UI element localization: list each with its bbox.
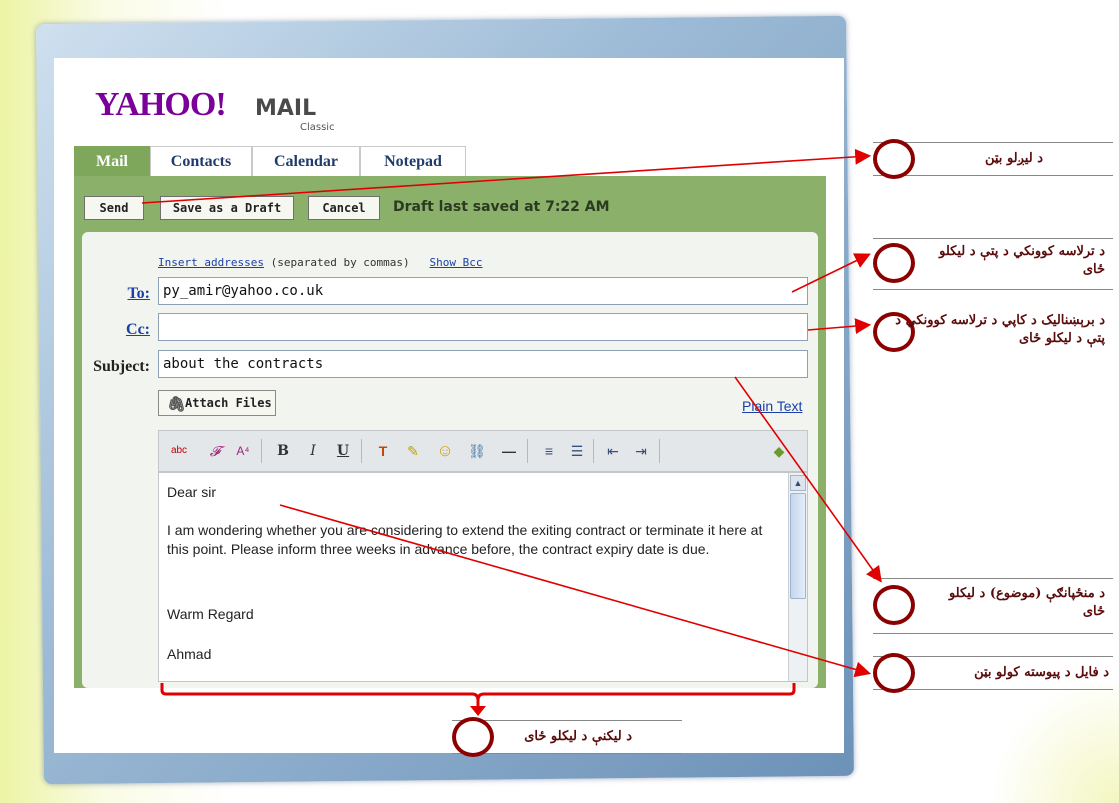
outdent-icon[interactable]: ⇤ [601, 439, 625, 463]
callout-send: د لیږلو بټن [873, 139, 1113, 179]
insert-addresses-line: Insert addresses (separated by commas) S… [158, 256, 483, 269]
body-closing: Warm Regard [167, 606, 254, 622]
indent-icon[interactable]: ⇥ [629, 439, 653, 463]
callout-send-text: د لیږلو بټن [984, 151, 1043, 166]
tab-mail[interactable]: Mail [74, 146, 150, 177]
subject-field[interactable]: about the contracts [158, 350, 808, 378]
callout-ring [452, 717, 494, 757]
show-bcc-link[interactable]: Show Bcc [430, 256, 483, 269]
attach-files-button[interactable]: 🖇 Attach Files [158, 390, 276, 416]
editor-scrollbar[interactable]: ▲ [788, 473, 807, 681]
plain-text-link[interactable]: Plain Text [742, 398, 802, 414]
stationery-icon[interactable]: ◆ [767, 439, 791, 463]
callout-body-text: د لیکنې د لیکلو ځای [524, 729, 632, 744]
font-size-icon[interactable]: A⁴ [231, 439, 255, 463]
toolbar-separator [659, 439, 660, 463]
send-button[interactable]: Send [84, 196, 144, 220]
cc-label[interactable]: Cc: [80, 321, 150, 339]
horizontal-rule-icon[interactable]: — [497, 439, 521, 463]
italic-icon[interactable]: I [301, 439, 325, 463]
callout-attach: د فایل د پیوسته کولو بټن [873, 653, 1113, 693]
toolbar-separator [593, 439, 594, 463]
body-paragraph: I am wondering whether you are consideri… [167, 522, 763, 557]
background-glow-corner [979, 683, 1119, 803]
toolbar-separator [527, 439, 528, 463]
save-draft-button[interactable]: Save as a Draft [160, 196, 294, 220]
scroll-up-icon[interactable]: ▲ [790, 475, 806, 491]
toolbar-separator [261, 439, 262, 463]
draft-status: Draft last saved at 7:22 AM [393, 199, 610, 215]
tab-notepad[interactable]: Notepad [360, 146, 466, 177]
callout-subject-text: د منځپانګې (موضوع) د لیکلو ځای [948, 586, 1105, 619]
to-label[interactable]: To: [80, 285, 150, 303]
yahoo-mail-logo: YAHOO! MAIL Classic [95, 86, 335, 133]
toolbar-separator [361, 439, 362, 463]
subject-label: Subject: [93, 358, 150, 375]
to-field[interactable]: py_amir@yahoo.co.uk [158, 277, 808, 305]
insert-addresses-link[interactable]: Insert addresses [158, 256, 264, 269]
callout-to: د ترلاسه کوونکي د پتې د لیکلو ځای [873, 238, 1113, 290]
logo-yahoo-text: YAHOO! [95, 86, 227, 123]
cc-field[interactable] [158, 313, 808, 341]
editor-toolbar: abc 𝓕 A⁴ B I U T ✎ ☺ ⛓ — ≡ ☰ ⇤ ⇥ ◆ [158, 430, 808, 472]
callout-attach-text: د فایل د پیوسته کولو بټن [974, 665, 1109, 680]
highlight-icon[interactable]: ✎ [401, 439, 425, 463]
spellcheck-icon[interactable]: abc [167, 439, 191, 463]
body-greeting: Dear sir [167, 484, 217, 500]
tab-calendar[interactable]: Calendar [252, 146, 360, 177]
callout-cc: د برېښنالیک د کاپي د ترلاسه کوونکي د پتې… [873, 308, 1113, 370]
callout-ring [873, 653, 915, 693]
bold-icon[interactable]: B [271, 439, 295, 463]
callout-ring [873, 139, 915, 179]
underline-icon[interactable]: U [331, 439, 355, 463]
emoticon-icon[interactable]: ☺ [433, 439, 457, 463]
text-color-icon[interactable]: T [371, 439, 395, 463]
logo-mail-text: MAIL [255, 96, 317, 121]
callout-body: د لیکنې د لیکلو ځای [452, 717, 682, 757]
cancel-button[interactable]: Cancel [308, 196, 380, 220]
tab-contacts[interactable]: Contacts [150, 146, 252, 177]
font-family-icon[interactable]: 𝓕 [203, 439, 227, 463]
link-icon[interactable]: ⛓ [465, 439, 489, 463]
callout-subject: د منځپانګې (موضوع) د لیکلو ځای [873, 578, 1113, 634]
attach-files-label: Attach Files [185, 396, 272, 410]
logo-classic-text: Classic [300, 122, 335, 133]
message-body-editor[interactable]: Dear sir I am wondering whether you are … [158, 472, 808, 682]
callout-ring [873, 243, 915, 283]
body-signature: Ahmad [167, 646, 212, 662]
separated-note: (separated by commas) [270, 256, 410, 269]
callout-to-text: د ترلاسه کوونکي د پتې د لیکلو ځای [939, 244, 1105, 277]
callout-ring [873, 585, 915, 625]
callout-cc-text: د برېښنالیک د کاپي د ترلاسه کوونکي د پتې… [895, 313, 1105, 346]
paperclip-icon: 🖇 [167, 395, 187, 413]
bullet-list-icon[interactable]: ☰ [565, 439, 589, 463]
align-icon[interactable]: ≡ [537, 439, 561, 463]
scroll-thumb[interactable] [790, 493, 806, 599]
